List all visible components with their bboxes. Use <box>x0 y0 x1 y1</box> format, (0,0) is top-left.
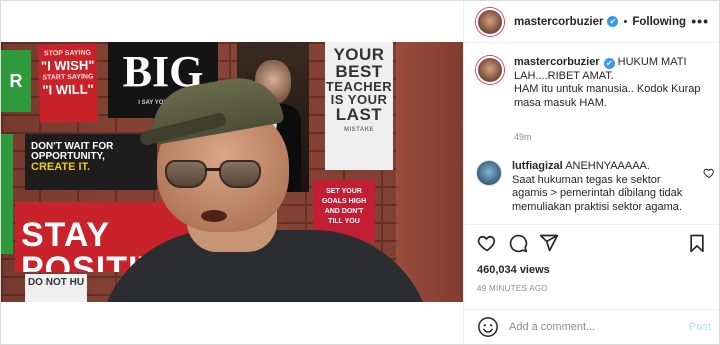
person-mouth <box>201 210 227 222</box>
poster-do-not: DO NOT HU <box>25 274 87 302</box>
header-username[interactable]: mastercorbuzier <box>514 16 603 28</box>
more-options-icon[interactable]: ••• <box>691 13 709 29</box>
separator-dot: • <box>623 15 628 28</box>
comment-text: lutfiagizal ANEHNYAAAAA. Saat hukuman te… <box>512 160 683 213</box>
post-video[interactable]: R STOP SAYING "I WISH" START SAYING "I W… <box>1 42 463 302</box>
post-button[interactable]: Post <box>689 321 711 333</box>
caption-timestamp[interactable]: 49m <box>514 132 532 142</box>
following-button[interactable]: Following <box>632 16 686 28</box>
comment-avatar[interactable] <box>476 160 502 186</box>
poster-dont-wait: DON'T WAIT FOR OPPORTUNITY, CREATE IT. <box>25 134 157 190</box>
view-count[interactable]: 460,034 views <box>477 264 550 276</box>
heart-icon[interactable] <box>477 233 497 253</box>
brick-wall-right <box>396 42 463 302</box>
avatar[interactable] <box>476 7 504 36</box>
comment-input[interactable] <box>509 321 679 333</box>
emoji-icon[interactable] <box>477 316 499 338</box>
caption-text: mastercorbuzier ✔ HUKUM MATI LAH....RIBET… <box>514 56 701 109</box>
post-timestamp[interactable]: 49 MINUTES AGO <box>477 284 548 293</box>
media-bottom-bar <box>1 302 463 344</box>
panel-divider <box>463 1 464 344</box>
caption-username[interactable]: mastercorbuzier <box>514 56 600 68</box>
poster-i-wish: STOP SAYING "I WISH" START SAYING "I WIL… <box>38 43 98 123</box>
caption-avatar[interactable] <box>476 56 504 84</box>
comment-composer: Post <box>464 309 719 344</box>
action-bar <box>464 224 719 260</box>
verified-icon: ✔ <box>607 16 619 27</box>
poster-best-teacher: YOUR BEST TEACHER IS YOUR LAST MISTAKE <box>325 42 393 170</box>
poster-green: R <box>1 50 31 112</box>
post-caption: mastercorbuzier ✔ HUKUM MATI LAH....RIBET… <box>476 56 712 110</box>
comment-item: lutfiagizal ANEHNYAAAAA. Saat hukuman te… <box>476 160 716 214</box>
sunglasses <box>165 160 261 190</box>
media-top-bar <box>1 1 463 42</box>
poster-green-strip <box>1 134 13 254</box>
comment-icon[interactable] <box>508 233 528 253</box>
verified-icon: ✔ <box>603 58 615 69</box>
comment-like-heart-icon[interactable] <box>703 167 715 179</box>
share-icon[interactable] <box>539 233 559 253</box>
comment-username[interactable]: lutfiagizal <box>512 160 563 172</box>
post-header: mastercorbuzier ✔ • Following ••• <box>464 1 719 43</box>
bookmark-icon[interactable] <box>687 233 707 253</box>
